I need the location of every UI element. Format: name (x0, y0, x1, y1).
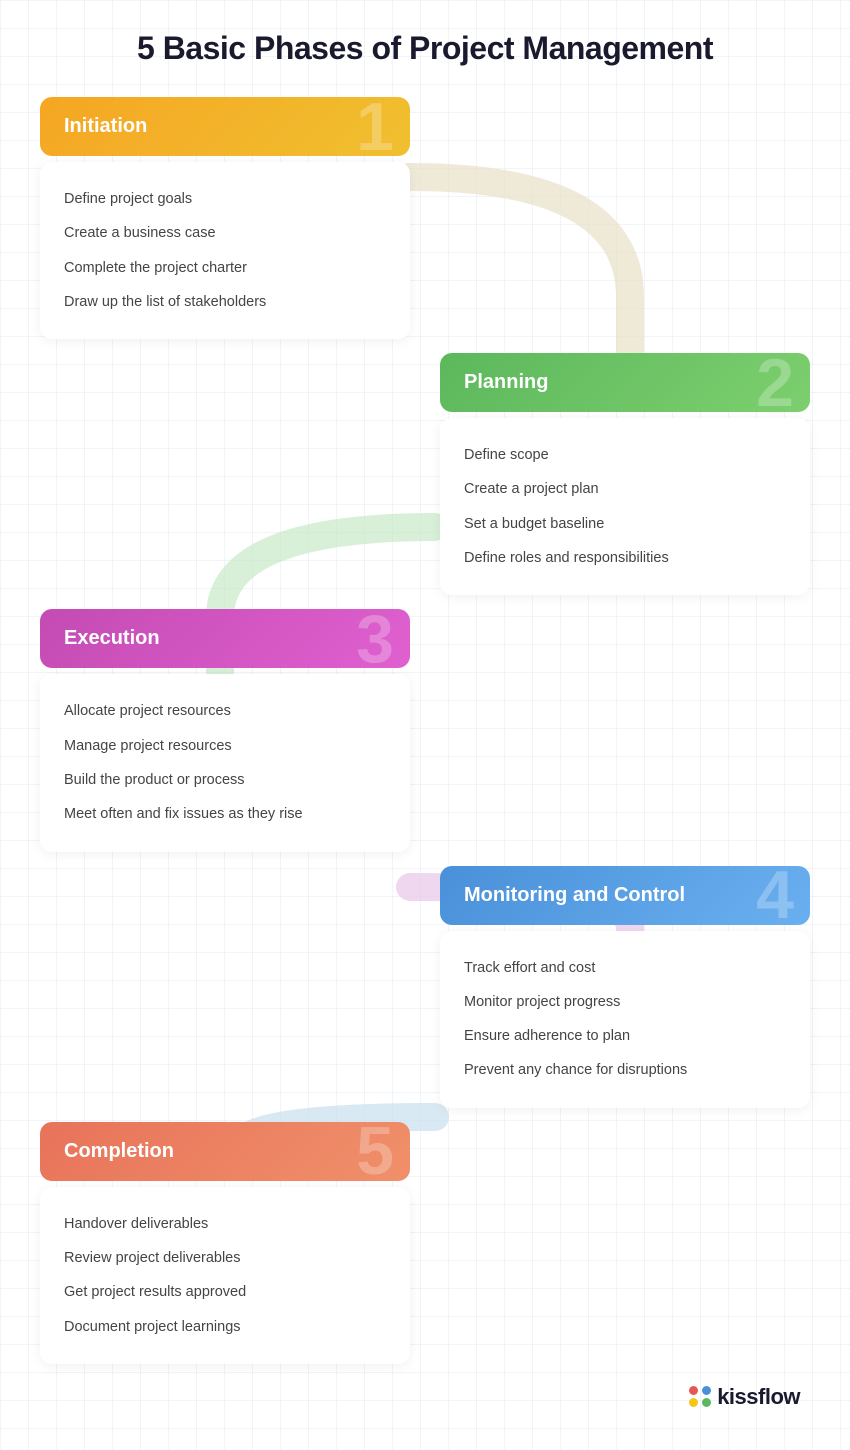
phase-completion-block: Completion 5 Handover deliverables Revie… (40, 1122, 410, 1364)
phase-initiation-body: Define project goals Create a business c… (40, 162, 410, 339)
phase-monitoring-label: Monitoring and Control (464, 884, 685, 907)
list-item: Review project deliverables (64, 1241, 386, 1275)
list-item: Meet often and fix issues as they rise (64, 797, 386, 831)
phase-monitoring-body: Track effort and cost Monitor project pr… (440, 931, 810, 1108)
phase-planning-body: Define scope Create a project plan Set a… (440, 418, 810, 595)
list-item: Set a budget baseline (464, 507, 786, 541)
phase-completion-label: Completion (64, 1140, 174, 1163)
phase-initiation-number: 1 (356, 97, 394, 156)
phase-initiation-label: Initiation (64, 115, 147, 138)
list-item: Draw up the list of stakeholders (64, 285, 386, 319)
phase-monitoring-header: Monitoring and Control 4 (440, 866, 810, 925)
list-item: Monitor project progress (464, 985, 786, 1019)
list-item: Get project results approved (64, 1275, 386, 1309)
list-item: Prevent any chance for disruptions (464, 1053, 786, 1087)
phase-initiation-block: Initiation 1 Define project goals Create… (40, 97, 410, 339)
page-title: 5 Basic Phases of Project Management (40, 30, 810, 67)
logo-dot-yellow (689, 1398, 698, 1407)
list-item: Create a business case (64, 216, 386, 250)
list-item: Define roles and responsibilities (464, 541, 786, 575)
phase-execution-body: Allocate project resources Manage projec… (40, 674, 410, 851)
phase-execution-header: Execution 3 (40, 609, 410, 668)
phase-planning-number: 2 (756, 353, 794, 412)
list-item: Handover deliverables (64, 1207, 386, 1241)
logo-dot-blue (702, 1386, 711, 1395)
list-item: Track effort and cost (464, 951, 786, 985)
phase-planning-block: Planning 2 Define scope Create a project… (440, 353, 810, 595)
phase-execution-block: Execution 3 Allocate project resources M… (40, 609, 410, 851)
list-item: Complete the project charter (64, 251, 386, 285)
list-item: Create a project plan (464, 472, 786, 506)
logo-area: kissflow (40, 1384, 810, 1410)
phase-execution-label: Execution (64, 627, 160, 650)
list-item: Allocate project resources (64, 694, 386, 728)
logo-text: kissflow (717, 1384, 800, 1410)
list-item: Document project learnings (64, 1310, 386, 1344)
list-item: Ensure adherence to plan (464, 1019, 786, 1053)
list-item: Manage project resources (64, 729, 386, 763)
logo-dot-red (689, 1386, 698, 1395)
list-item: Define scope (464, 438, 786, 472)
list-item: Build the product or process (64, 763, 386, 797)
phase-initiation-header: Initiation 1 (40, 97, 410, 156)
logo-icon (689, 1386, 711, 1408)
phase-completion-body: Handover deliverables Review project del… (40, 1187, 410, 1364)
list-item: Define project goals (64, 182, 386, 216)
phase-planning-header: Planning 2 (440, 353, 810, 412)
phase-planning-label: Planning (464, 371, 548, 394)
phase-completion-number: 5 (356, 1122, 394, 1181)
logo-dot-green (702, 1398, 711, 1407)
phase-execution-number: 3 (356, 609, 394, 668)
phase-monitoring-number: 4 (756, 866, 794, 925)
phase-completion-header: Completion 5 (40, 1122, 410, 1181)
phase-monitoring-block: Monitoring and Control 4 Track effort an… (440, 866, 810, 1108)
